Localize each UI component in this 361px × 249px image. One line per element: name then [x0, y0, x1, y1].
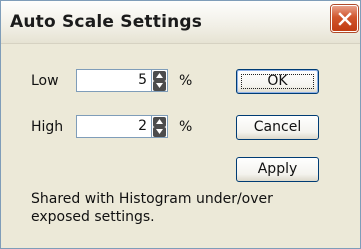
high-spin-down-button[interactable] — [153, 127, 166, 137]
high-spin-up-button[interactable] — [153, 117, 166, 127]
arrow-down-icon — [156, 83, 163, 88]
low-label: Low — [31, 73, 59, 89]
arrow-up-icon — [156, 73, 163, 78]
window-title: Auto Scale Settings — [10, 12, 203, 32]
apply-button[interactable]: Apply — [236, 157, 319, 182]
low-spin-down-button[interactable] — [153, 81, 166, 91]
apply-button-label: Apply — [257, 161, 298, 177]
shared-settings-note: Shared with Histogram under/over exposed… — [31, 191, 273, 225]
low-input[interactable]: 5 — [76, 69, 152, 92]
high-label: High — [31, 119, 64, 135]
high-input[interactable]: 2 — [76, 115, 152, 138]
focus-indicator — [241, 74, 314, 89]
low-spinner — [152, 69, 168, 92]
cancel-button-label: Cancel — [253, 119, 302, 135]
close-button[interactable] — [331, 5, 358, 32]
close-icon — [338, 12, 352, 26]
title-bar[interactable]: Auto Scale Settings — [1, 1, 360, 44]
auto-scale-settings-dialog: Auto Scale Settings Low 5 % High 2 % OK — [0, 0, 361, 249]
cancel-button[interactable]: Cancel — [236, 115, 319, 140]
high-spinner — [152, 115, 168, 138]
low-unit-label: % — [179, 73, 193, 89]
ok-button[interactable]: OK — [236, 69, 319, 94]
low-spin-up-button[interactable] — [153, 71, 166, 81]
arrow-up-icon — [156, 119, 163, 124]
high-unit-label: % — [179, 119, 193, 135]
arrow-down-icon — [156, 129, 163, 134]
